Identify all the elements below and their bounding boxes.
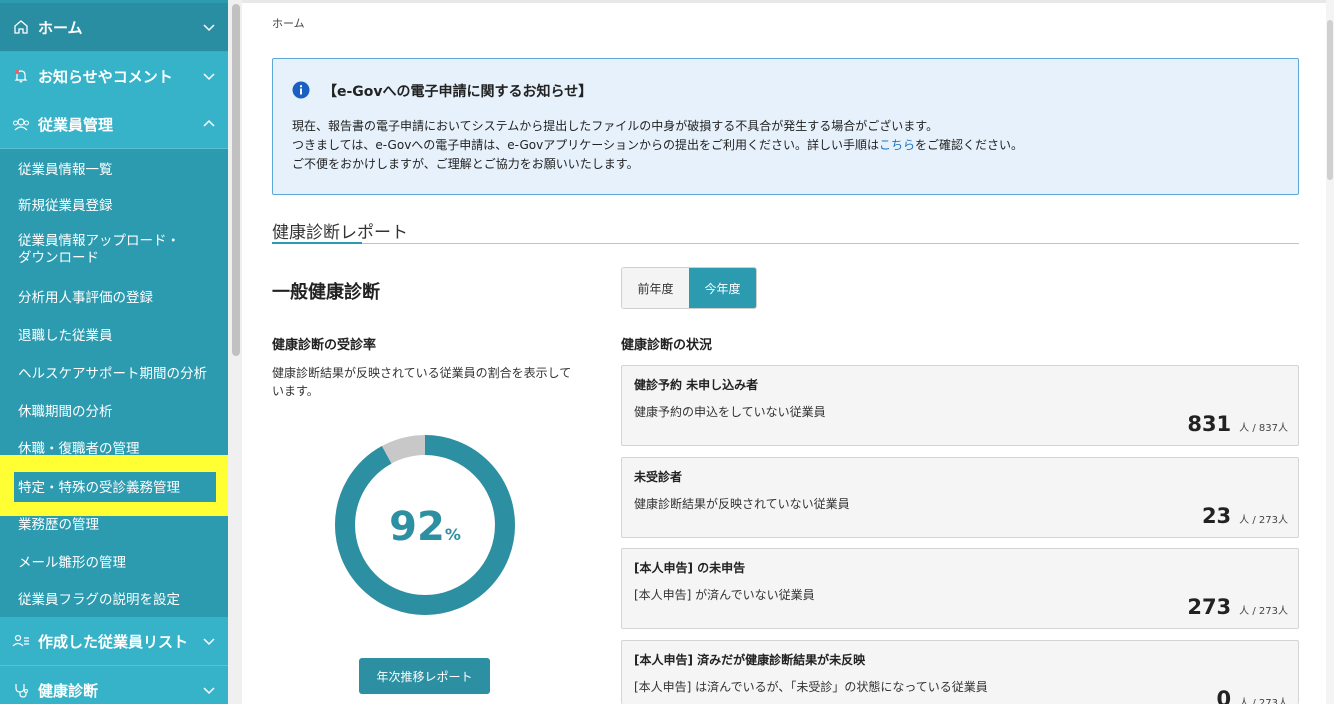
exam-rate-unit: %	[444, 525, 461, 544]
sidebar-item-leave-return[interactable]: 休職・復職者の管理	[0, 437, 158, 457]
status-card-title: 健診予約 未申し込み者	[634, 378, 759, 392]
user-list-icon	[12, 632, 30, 650]
status-card-total: 人 / 837人	[1239, 423, 1288, 434]
exam-rate-value: 92%	[334, 504, 516, 550]
current-year-button[interactable]: 今年度	[689, 268, 756, 308]
exam-rate-title: 健康診断の受診率	[272, 338, 377, 353]
status-card-total: 人 / 273人	[1239, 515, 1288, 526]
status-card-value: 23	[1201, 504, 1232, 528]
status-card-desc: 健康予約の申込をしていない従業員	[634, 405, 826, 419]
users-icon	[12, 115, 30, 133]
exam-rate-number: 92	[389, 504, 445, 550]
status-card-desc: 健康診断結果が反映されていない従業員	[634, 497, 850, 511]
top-divider	[242, 0, 1326, 3]
notice-box: 【e-Govへの電子申請に関するお知らせ】 現在、報告書の電子申請においてシステ…	[272, 58, 1299, 195]
sidebar-item-employee-flags[interactable]: 従業員フラグの説明を設定	[0, 588, 198, 608]
sidebar-health-check[interactable]: 健康診断	[0, 666, 228, 704]
sidebar-item-upload-download[interactable]: 従業員情報アップロード・ダウンロード	[0, 233, 200, 267]
prev-year-button[interactable]: 前年度	[622, 268, 689, 308]
home-icon	[12, 18, 30, 36]
sidebar-employee-mgmt-label: 従業員管理	[38, 115, 114, 134]
status-card[interactable]: 未受診者 健康診断結果が反映されていない従業員 23 人 / 273人	[621, 457, 1299, 538]
bell-icon	[12, 67, 30, 85]
chevron-down-icon	[202, 69, 216, 83]
main-content: ホーム 【e-Govへの電子申請に関するお知らせ】 現在、報告書の電子申請におい…	[242, 0, 1334, 704]
sidebar-home-label: ホーム	[38, 18, 83, 37]
sidebar-notices[interactable]: お知らせやコメント	[0, 52, 228, 101]
report-divider	[272, 243, 1299, 244]
status-card[interactable]: [本人申告] 済みだが健康診断結果が未反映 [本人申告] は済んでいるが、「未受…	[621, 640, 1299, 704]
status-card[interactable]: [本人申告] の未申告 [本人申告] が済んでいない従業員 273 人 / 273…	[621, 548, 1299, 629]
sidebar-created-lists-label: 作成した従業員リスト	[38, 632, 189, 651]
sidebar-item-new-employee[interactable]: 新規従業員登録	[0, 194, 131, 214]
sidebar-home[interactable]: ホーム	[0, 3, 228, 52]
sidebar-notices-label: お知らせやコメント	[38, 67, 173, 86]
notice-line-2-pre: つきましては、e-Govへの電子申請は、e-Govアプリケーションからの提出をご…	[292, 138, 879, 152]
sidebar-health-check-label: 健康診断	[38, 681, 99, 700]
status-card-value: 273	[1187, 595, 1232, 619]
report-divider-accent	[272, 242, 362, 244]
sidebar-item-work-history[interactable]: 業務歴の管理	[0, 513, 117, 533]
year-toggle: 前年度 今年度	[621, 267, 757, 309]
sidebar-created-lists[interactable]: 作成した従業員リスト	[0, 617, 228, 666]
notice-line-2-post: をご確認ください。	[914, 138, 1023, 152]
sidebar-item-employee-list[interactable]: 従業員情報一覧	[0, 158, 131, 178]
chevron-down-icon	[202, 634, 216, 648]
status-card-value: 831	[1187, 412, 1232, 436]
chevron-down-icon	[202, 683, 216, 697]
sidebar-item-hr-evaluation[interactable]: 分析用人事評価の登録	[0, 286, 171, 306]
notice-body: 現在、報告書の電子申請においてシステムから提出したファイルの中身が破損する不具合…	[292, 117, 1023, 174]
status-card-total: 人 / 273人	[1239, 606, 1288, 617]
sidebar: ホーム お知らせやコメント 従業員管理 従業員情報一覧 新規従業員登録 従業員情…	[0, 0, 228, 704]
exam-status-title: 健康診断の状況	[621, 338, 713, 353]
notice-title: 【e-Govへの電子申請に関するお知らせ】	[323, 84, 593, 100]
status-card-count: 23 人 / 273人	[1202, 504, 1288, 528]
notice-line-1: 現在、報告書の電子申請においてシステムから提出したファイルの中身が破損する不具合…	[292, 119, 939, 133]
status-card-total: 人 / 273人	[1239, 698, 1288, 704]
status-card-desc: [本人申告] が済んでいない従業員	[634, 588, 815, 602]
general-exam-title: 一般健康診断	[272, 282, 380, 303]
notice-link[interactable]: こちら	[879, 138, 915, 152]
exam-rate-description: 健康診断結果が反映されている従業員の割合を表示しています。	[272, 366, 572, 398]
chevron-up-icon	[202, 117, 216, 131]
breadcrumb[interactable]: ホーム	[272, 15, 305, 31]
main-scrollbar[interactable]	[1326, 0, 1334, 704]
status-card[interactable]: 健診予約 未申し込み者 健康予約の申込をしていない従業員 831 人 / 837人	[621, 365, 1299, 446]
sidebar-item-leave-analysis[interactable]: 休職期間の分析	[0, 400, 131, 420]
status-card-title: 未受診者	[634, 470, 683, 484]
sidebar-item-healthcare-support[interactable]: ヘルスケアサポート期間の分析	[0, 362, 225, 382]
status-card-title: [本人申告] 済みだが健康診断結果が未反映	[634, 653, 866, 667]
sidebar-item-special-exam[interactable]: 特定・特殊の受診義務管理	[0, 476, 198, 496]
status-card-count: 831 人 / 837人	[1187, 412, 1288, 436]
status-card-count: 273 人 / 273人	[1187, 595, 1288, 619]
annual-report-button[interactable]: 年次推移レポート	[359, 658, 490, 694]
chevron-down-icon	[202, 20, 216, 34]
stethoscope-icon	[12, 681, 30, 699]
sidebar-item-retired[interactable]: 退職した従業員	[0, 324, 131, 344]
status-card-count: 0 人 / 273人	[1217, 687, 1288, 704]
info-icon	[292, 81, 310, 99]
sidebar-scrollbar-thumb[interactable]	[232, 4, 240, 356]
report-title: 健康診断レポート	[272, 223, 408, 243]
status-card-title: [本人申告] の未申告	[634, 561, 746, 575]
status-card-desc: [本人申告] は済んでいるが、「未受診」の状態になっている従業員	[634, 680, 988, 694]
notice-line-3: ご不便をおかけしますが、ご理解とご協力をお願いいたします。	[292, 157, 639, 171]
sidebar-employee-mgmt[interactable]: 従業員管理	[0, 100, 228, 149]
main-scrollbar-thumb[interactable]	[1327, 20, 1333, 180]
status-card-value: 0	[1216, 687, 1232, 704]
notice-line-2: つきましては、e-Govへの電子申請は、e-Govアプリケーションからの提出をご…	[292, 136, 1023, 155]
sidebar-item-mail-templates[interactable]: メール雛形の管理	[0, 551, 144, 571]
